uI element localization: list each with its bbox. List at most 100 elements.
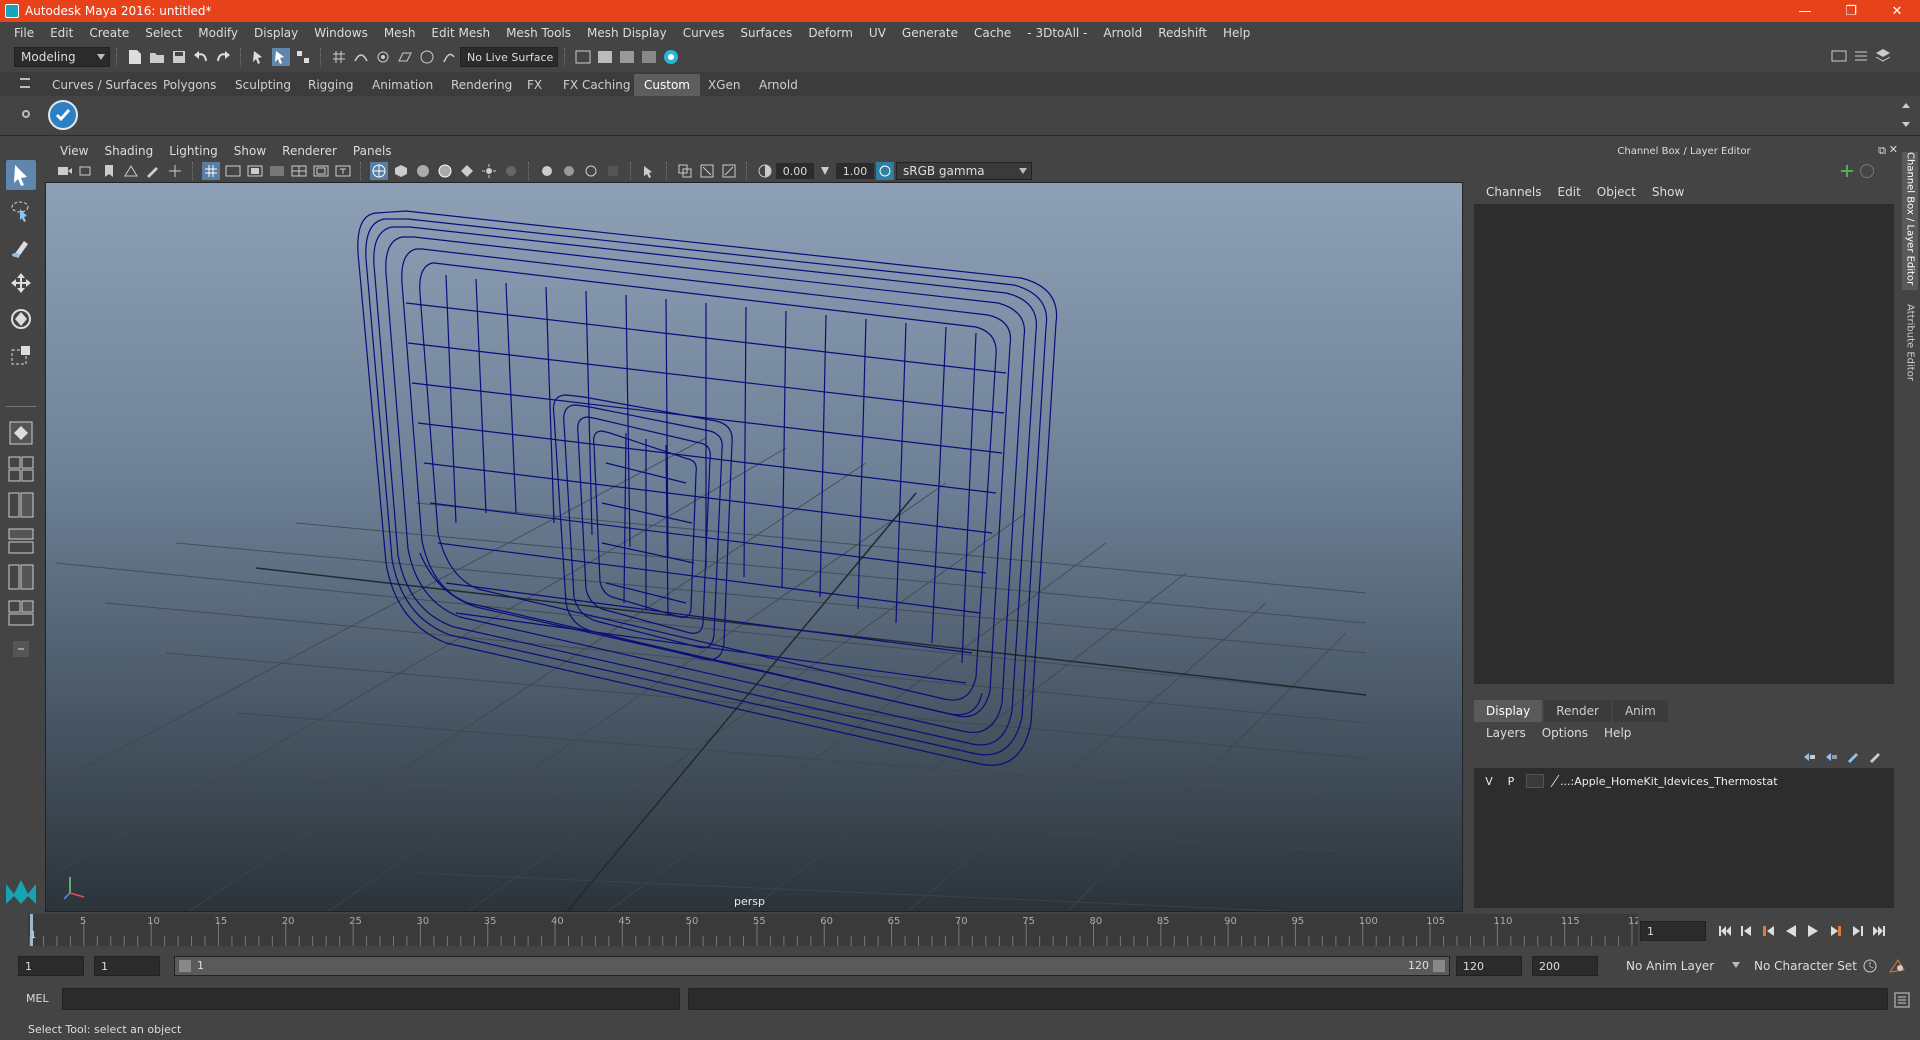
smooth-shade-icon[interactable] — [392, 162, 410, 180]
play-forwards-icon[interactable] — [1804, 922, 1822, 940]
render-current-frame-icon[interactable] — [596, 48, 614, 66]
menu-curves[interactable]: Curves — [675, 26, 733, 40]
grid-toggle-icon[interactable] — [202, 162, 220, 180]
layer-color-swatch[interactable] — [1526, 774, 1544, 788]
paint-select-tool-icon[interactable] — [6, 232, 36, 262]
panel-menu-view[interactable]: View — [52, 144, 96, 158]
layer-visibility-toggle[interactable]: V — [1478, 775, 1500, 788]
script-language-label[interactable]: MEL — [26, 992, 49, 1005]
menu-edit-mesh[interactable]: Edit Mesh — [423, 26, 498, 40]
outliner-layout-icon[interactable] — [6, 490, 36, 520]
shelf-tab-arnold[interactable]: Arnold — [749, 74, 808, 96]
playback-end-field[interactable]: 120 — [1456, 956, 1522, 976]
use-all-lights-icon[interactable] — [480, 162, 498, 180]
channel-box-menu-show[interactable]: Show — [1644, 185, 1692, 199]
colorspace-dropdown[interactable]: sRGB gamma — [896, 162, 1032, 180]
select-by-hierarchy-icon[interactable] — [250, 48, 268, 66]
scale-tool-icon[interactable] — [6, 340, 36, 370]
step-forward-key-icon[interactable] — [1826, 922, 1844, 940]
move-layer-down-icon[interactable] — [1822, 748, 1840, 766]
film-gate-icon[interactable] — [224, 162, 242, 180]
shelf-tab-polygons[interactable]: Polygons — [153, 74, 226, 96]
four-view-layout-icon[interactable] — [6, 454, 36, 484]
shelf-tab-sculpting[interactable]: Sculpting — [225, 74, 301, 96]
save-scene-icon[interactable] — [170, 48, 188, 66]
menu-select[interactable]: Select — [137, 26, 190, 40]
wireframe-shading-icon[interactable] — [370, 162, 388, 180]
shelf-tab-fx-caching[interactable]: FX Caching — [553, 74, 640, 96]
layer-menu-help[interactable]: Help — [1596, 726, 1639, 740]
move-tool-icon[interactable] — [6, 268, 36, 298]
undo-icon[interactable] — [192, 48, 210, 66]
open-scene-icon[interactable] — [148, 48, 166, 66]
shelf-tab-xgen[interactable]: XGen — [698, 74, 751, 96]
redo-icon[interactable] — [214, 48, 232, 66]
playback-start-field[interactable]: 1 — [94, 956, 160, 976]
camera-icon[interactable] — [56, 162, 74, 180]
panel-menu-panels[interactable]: Panels — [345, 144, 400, 158]
menu-modify[interactable]: Modify — [190, 26, 246, 40]
menu-help[interactable]: Help — [1215, 26, 1258, 40]
menu-mesh-tools[interactable]: Mesh Tools — [498, 26, 579, 40]
xray-active-components-icon[interactable] — [698, 162, 716, 180]
animation-start-field[interactable]: 1 — [18, 956, 84, 976]
command-input[interactable] — [62, 988, 680, 1010]
image-plane-icon[interactable] — [122, 162, 140, 180]
shelf-tab-fx[interactable]: FX — [517, 74, 552, 96]
layer-menu-layers[interactable]: Layers — [1478, 726, 1534, 740]
menu-surfaces[interactable]: Surfaces — [732, 26, 800, 40]
shelf-tab-rigging[interactable]: Rigging — [298, 74, 363, 96]
animation-preferences-icon[interactable] — [1888, 958, 1906, 977]
toggle-attribute-editor-icon[interactable] — [1852, 47, 1870, 65]
layer-menu-options[interactable]: Options — [1534, 726, 1596, 740]
auto-key-icon[interactable] — [1862, 958, 1878, 977]
wireframe-on-shaded-icon[interactable] — [436, 162, 454, 180]
channel-box-menu-edit[interactable]: Edit — [1550, 185, 1589, 199]
range-slider-start-handle[interactable] — [179, 960, 191, 972]
menu-windows[interactable]: Windows — [306, 26, 376, 40]
menu-cache[interactable]: Cache — [966, 26, 1019, 40]
exposure-icon[interactable] — [756, 162, 774, 180]
depth-of-field-icon[interactable] — [604, 162, 622, 180]
close-button[interactable]: ✕ — [1874, 0, 1920, 22]
toolbox-collapse-icon[interactable] — [6, 634, 36, 664]
panel-menu-lighting[interactable]: Lighting — [161, 144, 226, 158]
ipr-render-icon[interactable] — [618, 48, 636, 66]
grease-pencil-icon[interactable] — [144, 162, 162, 180]
current-frame-field[interactable]: 1 — [1640, 921, 1706, 941]
layer-name[interactable]: ...:Apple_HomeKit_Idevices_Thermostat — [1560, 775, 1778, 788]
workspace-icon[interactable] — [1830, 47, 1848, 65]
camera-attributes-icon[interactable] — [78, 162, 96, 180]
custom-checkmark-icon[interactable] — [48, 100, 78, 130]
channel-box-menu-channels[interactable]: Channels — [1478, 185, 1550, 199]
gate-mask-icon[interactable] — [268, 162, 286, 180]
shadows-icon[interactable] — [502, 162, 520, 180]
textured-icon[interactable] — [458, 162, 476, 180]
channel-box-content[interactable] — [1474, 204, 1894, 684]
select-by-object-icon[interactable] — [272, 48, 290, 66]
channel-box-sync-icon[interactable] — [1860, 164, 1874, 178]
menu-mesh-display[interactable]: Mesh Display — [579, 26, 675, 40]
default-material-icon[interactable] — [414, 162, 432, 180]
menuset-dropdown[interactable]: Modeling — [14, 47, 110, 67]
thermostat-wireframe-mesh[interactable] — [357, 210, 1058, 766]
menu-generate[interactable]: Generate — [894, 26, 966, 40]
close-panel-icon[interactable]: ✕ — [1889, 143, 1898, 156]
color-management-icon[interactable] — [876, 162, 894, 180]
side-tab-channel-box[interactable]: Channel Box / Layer Editor — [1902, 152, 1918, 290]
script-editor-icon[interactable] — [1894, 992, 1910, 1011]
layer-row[interactable]: V P ...:Apple_HomeKit_Idevices_Thermosta… — [1478, 772, 1888, 790]
menu-mesh[interactable]: Mesh — [376, 26, 424, 40]
character-set-dropdown[interactable]: No Character Set — [1748, 956, 1872, 976]
layer-tab-display[interactable]: Display — [1474, 700, 1543, 722]
select-tool-icon[interactable] — [6, 160, 36, 190]
menu-deform[interactable]: Deform — [800, 26, 861, 40]
menu-create[interactable]: Create — [81, 26, 137, 40]
anti-aliasing-icon[interactable] — [582, 162, 600, 180]
shelf-menu-icon[interactable] — [20, 78, 30, 88]
new-empty-layer-icon[interactable] — [1844, 748, 1862, 766]
move-layer-up-icon[interactable] — [1800, 748, 1818, 766]
snap-curve-icon[interactable] — [352, 48, 370, 66]
snap-grid-icon[interactable] — [330, 48, 348, 66]
menu-arnold[interactable]: Arnold — [1095, 26, 1150, 40]
